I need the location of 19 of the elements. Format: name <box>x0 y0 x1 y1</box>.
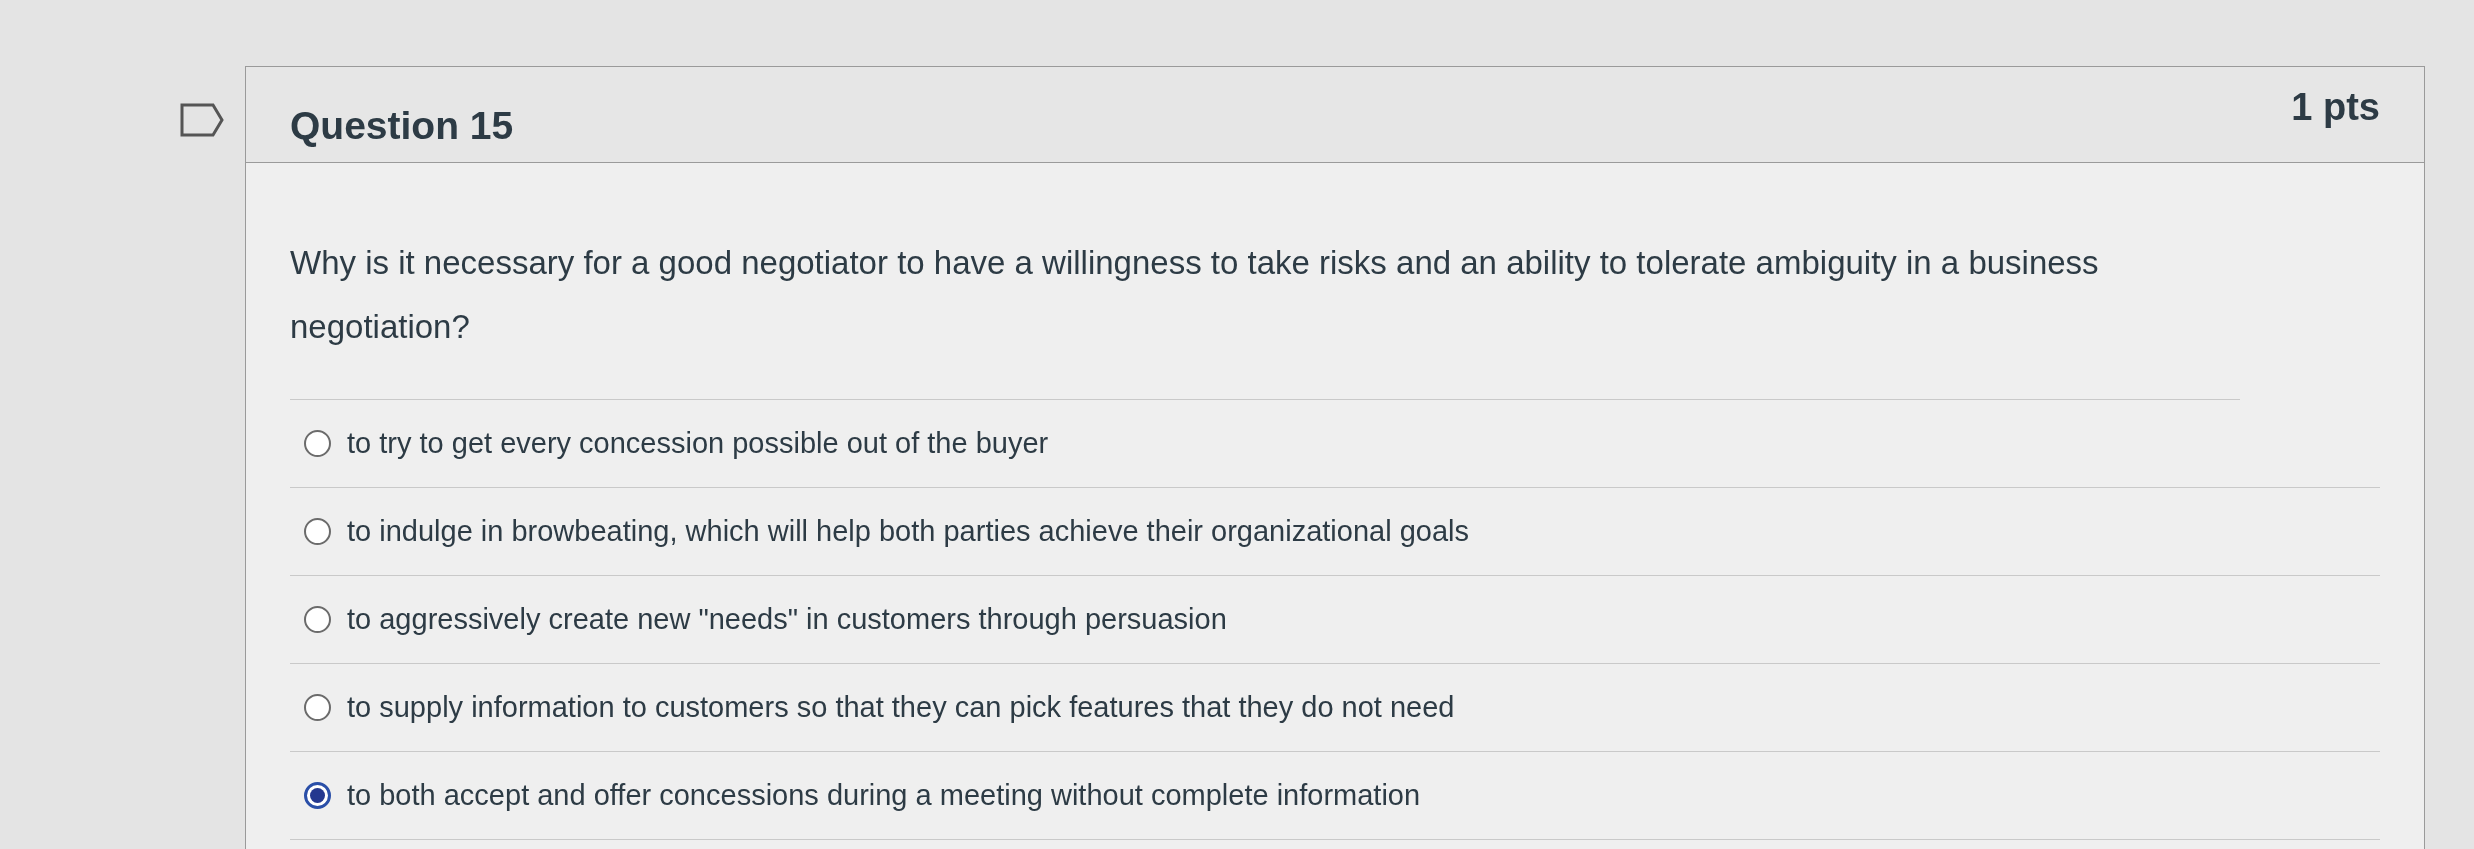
radio-button[interactable] <box>304 430 331 457</box>
answer-option[interactable]: to aggressively create new "needs" in customers through persuasion <box>290 576 2380 664</box>
points-label: 1 pts <box>2291 85 2380 130</box>
option-label: to indulge in browbeating, which will help both parties achieve their organizational goals <box>347 513 1470 549</box>
option-label: to try to get every concession possible out of the buyer <box>347 425 1049 461</box>
radio-button[interactable] <box>304 606 331 633</box>
radio-button[interactable] <box>304 518 331 545</box>
question-text: Why is it necessary for a good negotiator to have a willingness to take risks and an ability to tolerate ambiguity in a business negotiation? <box>290 231 2240 400</box>
radio-button[interactable] <box>304 694 331 721</box>
answer-option[interactable]: to indulge in browbeating, which will help both parties achieve their organizational goals <box>290 488 2380 576</box>
option-label: to aggressively create new "needs" in customers through persuasion <box>347 601 1227 637</box>
option-label: to supply information to customers so that they can pick features that they do not need <box>347 689 1455 725</box>
option-label: to both accept and offer concessions during a meeting without complete information <box>347 777 1421 813</box>
answer-option[interactable]: to both accept and offer concessions during a meeting without complete information <box>290 752 2380 840</box>
answer-option[interactable]: to supply information to customers so that they can pick features that they do not need <box>290 664 2380 752</box>
radio-button[interactable] <box>304 782 331 809</box>
flag-icon[interactable] <box>179 102 225 138</box>
question-title: Question 15 <box>290 103 514 149</box>
answer-option[interactable]: to try to get every concession possible out of the buyer <box>290 400 2380 488</box>
